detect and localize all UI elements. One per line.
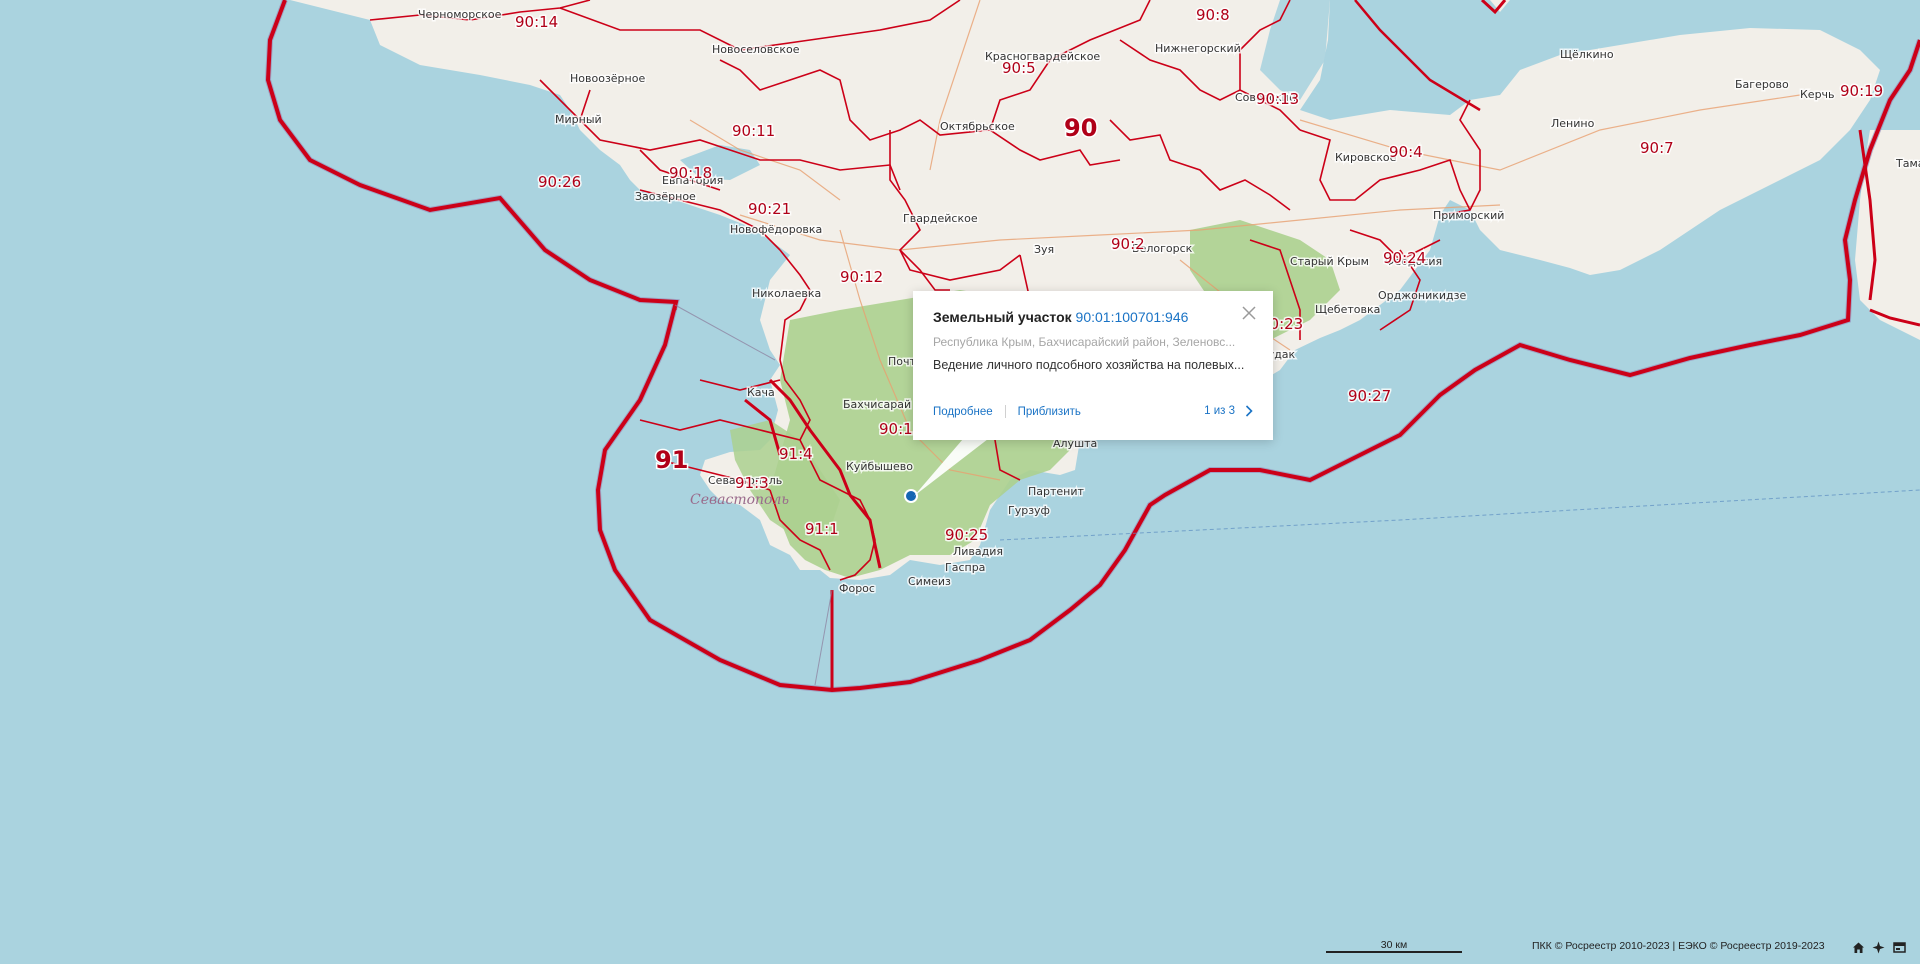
land-crimea-main	[290, 0, 1880, 580]
place-label: Новоозёрное	[570, 72, 645, 85]
district-label: 90:13	[1256, 90, 1299, 108]
place-label: Старый Крым	[1290, 255, 1369, 268]
place-label: Ленино	[1551, 117, 1595, 130]
place-label: Симеиз	[908, 575, 951, 588]
district-label: 91:3	[735, 474, 769, 492]
district-label: 90:25	[945, 526, 988, 544]
okrug-label: 91	[655, 446, 688, 474]
popup-pointer	[914, 439, 988, 496]
district-label: 90:1	[879, 420, 913, 438]
action-divider	[1004, 405, 1006, 418]
place-label: Багерово	[1735, 78, 1789, 91]
place-label: Мирный	[555, 113, 602, 126]
place-label: Николаевка	[752, 287, 821, 300]
layers-icon[interactable]	[1893, 941, 1906, 954]
place-label: Зуя	[1034, 243, 1054, 256]
district-label: 90:5	[1002, 59, 1036, 77]
details-link[interactable]: Подробнее	[933, 406, 993, 418]
place-label: Керчь	[1800, 88, 1835, 101]
place-label: Нижнегорский	[1155, 42, 1241, 55]
parcel-popup: Земельный участок 90:01:100701:946 Респу…	[913, 291, 1273, 440]
place-label: Новоселовское	[712, 43, 800, 56]
place-label: Форос	[839, 582, 875, 595]
place-label: Черноморское	[418, 8, 502, 21]
place-label: Тама	[1895, 157, 1920, 170]
cadastral-number-link[interactable]: 90:01:100701:946	[1076, 309, 1189, 325]
place-label: Гаспра	[945, 561, 985, 574]
place-label: Октябрьское	[940, 120, 1015, 133]
close-icon[interactable]	[1241, 305, 1257, 321]
parcel-type-label: Земельный участок	[933, 309, 1072, 325]
scale-label: 30 км	[1380, 939, 1408, 951]
district-label: 90:8	[1196, 6, 1230, 24]
district-label: 90:12	[840, 268, 883, 286]
district-label: 90:14	[515, 13, 558, 31]
place-label: Щёлкино	[1560, 48, 1614, 61]
district-label: 90:7	[1640, 139, 1674, 157]
district-label: 90:4	[1389, 143, 1423, 161]
result-pager[interactable]: 1 из 3	[1204, 405, 1253, 417]
scale-line	[1326, 951, 1462, 953]
land-layer	[290, 0, 1920, 580]
place-label: Куйбышево	[846, 460, 913, 473]
district-label: 90:11	[732, 122, 775, 140]
parcel-purpose: Ведение личного подсобного хозяйства на …	[933, 358, 1245, 372]
place-label: Щебетовка	[1315, 303, 1380, 316]
place-label: Приморский	[1433, 209, 1504, 222]
scale-bar: 30 км	[1326, 939, 1462, 953]
zoom-to-link[interactable]: Приблизить	[1018, 406, 1081, 418]
pager-counter: 1 из 3	[1204, 405, 1235, 417]
popup-title: Земельный участок 90:01:100701:946	[933, 309, 1253, 325]
chevron-right-icon[interactable]	[1245, 405, 1253, 417]
parcel-address: Республика Крым, Бахчисарайский район, З…	[933, 335, 1236, 349]
place-label: Гвардейское	[903, 212, 978, 225]
district-label: 90:24	[1383, 249, 1426, 267]
district-label: 91:4	[779, 445, 813, 463]
place-label: Партенит	[1028, 485, 1085, 498]
district-label: 91:1	[805, 520, 839, 538]
popup-actions: Подробнее Приблизить	[933, 405, 1081, 418]
district-label: 90:19	[1840, 82, 1883, 100]
place-label: Ливадия	[953, 545, 1003, 558]
district-label: 90:2	[1111, 235, 1145, 253]
district-label: 90:26	[538, 173, 581, 191]
home-icon[interactable]	[1852, 941, 1865, 954]
sevastopol-region-label: Севастополь	[690, 492, 789, 508]
okrug-label: 90	[1064, 114, 1097, 142]
district-label: 90:27	[1348, 387, 1391, 405]
place-label: Гурзуф	[1008, 504, 1050, 517]
place-label: Заозёрное	[635, 190, 696, 203]
district-label: 90:21	[748, 200, 791, 218]
place-label: Кировское	[1335, 151, 1397, 164]
place-label: Новофёдоровка	[730, 223, 822, 236]
place-label: Бахчисарай	[843, 398, 911, 411]
place-label: Кача	[747, 386, 775, 399]
attribution-text: ПКК © Росреестр 2010-2023 | ЕЭКО © Росре…	[1532, 940, 1825, 952]
district-label: 90:18	[669, 164, 712, 182]
locate-icon[interactable]	[1872, 941, 1885, 954]
place-label: Орджоникидзе	[1378, 289, 1466, 302]
